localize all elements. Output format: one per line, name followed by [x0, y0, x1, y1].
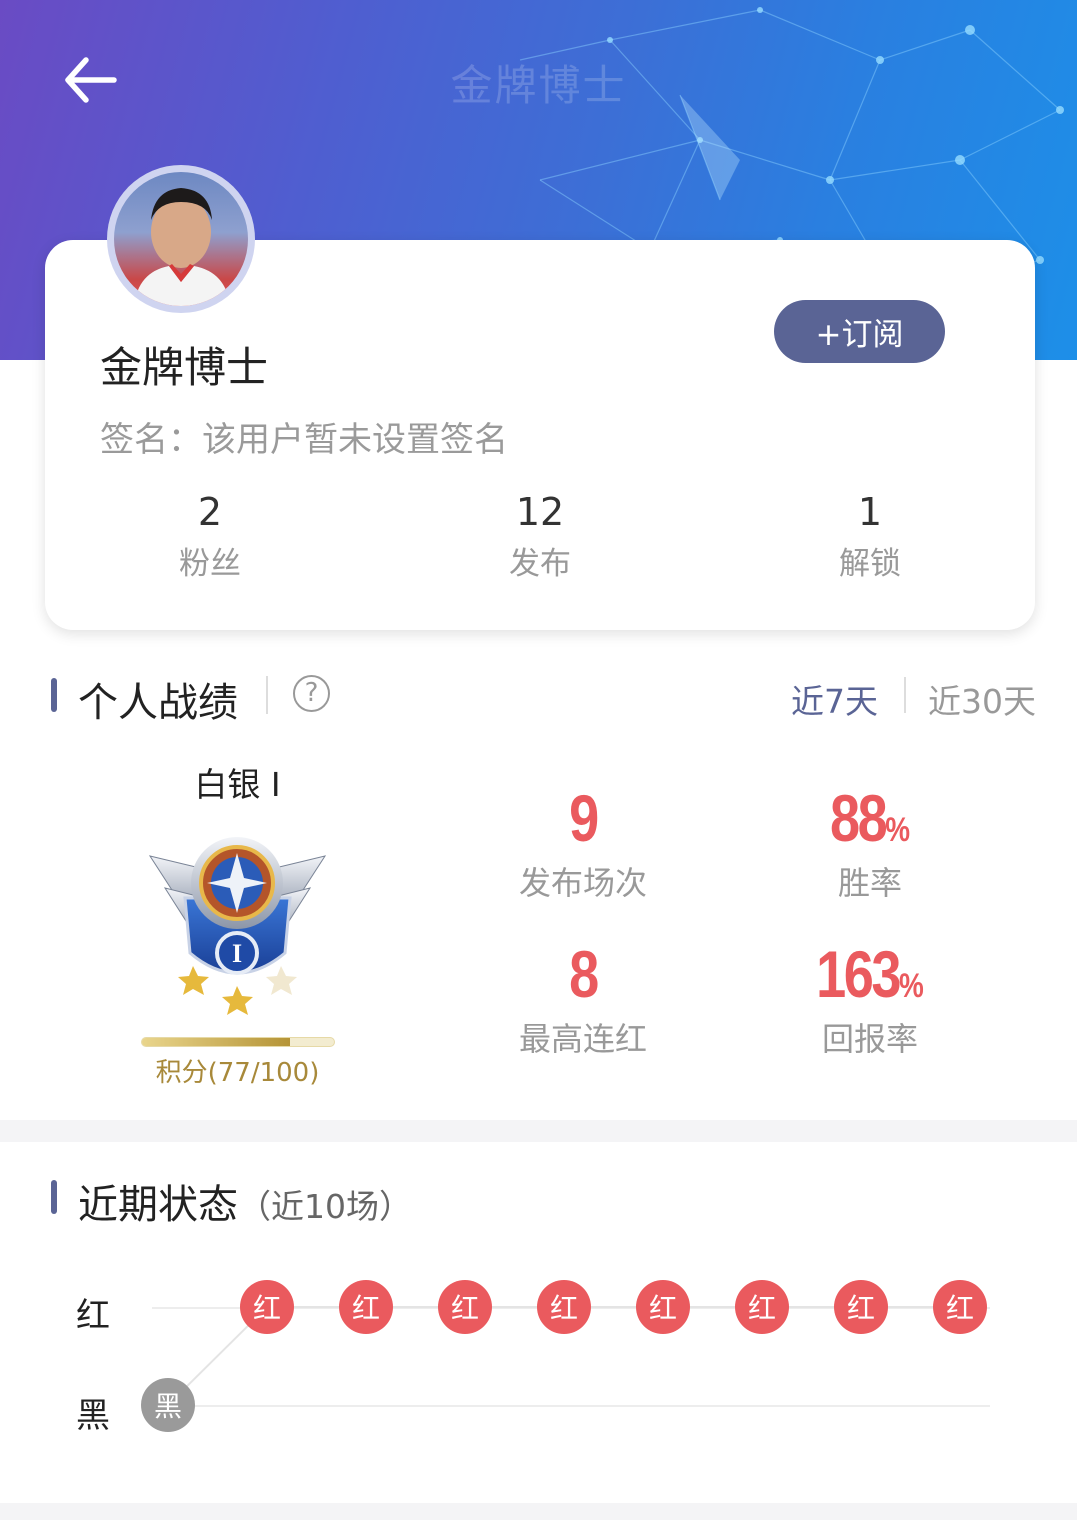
- badge-numeral: I: [232, 939, 242, 968]
- result-red-dot: 红: [438, 1280, 492, 1334]
- divider: [266, 676, 268, 714]
- tab-30-days[interactable]: 近30天: [928, 675, 1036, 723]
- metric-label: 回报率: [821, 1020, 918, 1058]
- metric-value: 88%: [829, 781, 911, 855]
- row-label-black: 黑: [76, 1396, 110, 1436]
- stat-label: 发布: [509, 546, 571, 582]
- tab-7-days[interactable]: 近7天: [791, 675, 878, 723]
- gridline-black: [152, 1405, 990, 1407]
- avatar[interactable]: [107, 165, 255, 313]
- username: 金牌博士: [100, 343, 269, 392]
- stat-value: 1: [857, 490, 883, 534]
- help-icon[interactable]: ?: [293, 675, 330, 712]
- rank-name: 白银 I: [194, 765, 281, 804]
- metric-value: 8: [569, 937, 599, 1011]
- profile-stats: 2 粉丝 12 发布 1 解锁: [45, 490, 1035, 590]
- stat-fans[interactable]: 2 粉丝: [110, 490, 310, 583]
- result-red-dot: 红: [240, 1280, 294, 1334]
- stat-unlocks[interactable]: 1 解锁: [770, 490, 970, 583]
- signature: 签名：该用户暂未设置签名: [100, 420, 508, 460]
- subscribe-button[interactable]: +订阅: [774, 300, 945, 363]
- back-button[interactable]: [58, 50, 122, 110]
- metric-value: 9: [569, 781, 599, 855]
- result-red-dot: 红: [339, 1280, 393, 1334]
- points-text: 积分(77/100): [155, 1058, 320, 1088]
- metric-value: 163%: [816, 937, 924, 1011]
- recent-title: 近期状态（近10场）: [78, 1182, 412, 1228]
- divider: [904, 677, 906, 713]
- avatar-image: [114, 172, 248, 306]
- metric-label: 最高连红: [518, 1020, 647, 1058]
- rank-badge-icon: I: [145, 828, 330, 1018]
- result-red-dot: 红: [933, 1280, 987, 1334]
- metric-posts: 9 发布场次: [453, 782, 713, 904]
- record-title: 个人战绩: [78, 680, 238, 726]
- section-separator: [0, 1120, 1077, 1142]
- stat-value: 2: [197, 490, 223, 534]
- metric-label: 胜率: [837, 864, 902, 902]
- arrow-left-icon: [65, 57, 117, 103]
- stat-label: 解锁: [839, 546, 901, 582]
- section-accent-bar: [51, 1180, 57, 1214]
- result-red-dot: 红: [537, 1280, 591, 1334]
- stat-value: 12: [515, 490, 565, 534]
- result-red-dot: 红: [834, 1280, 888, 1334]
- metric-label: 发布场次: [518, 864, 647, 902]
- result-black-dot: 黑: [141, 1378, 195, 1432]
- row-label-red: 红: [76, 1296, 110, 1336]
- section-separator: [0, 1503, 1077, 1520]
- metric-win-rate: 88% 胜率: [740, 782, 1000, 904]
- points-progress-bar: [141, 1037, 335, 1047]
- stat-label: 粉丝: [179, 546, 241, 582]
- points-progress-fill: [142, 1038, 290, 1046]
- section-accent-bar: [51, 678, 57, 712]
- result-red-dot: 红: [636, 1280, 690, 1334]
- watermark-title: 金牌博士: [450, 61, 627, 110]
- metric-return-rate: 163% 回报率: [740, 938, 1000, 1060]
- stat-posts[interactable]: 12 发布: [440, 490, 640, 583]
- metric-max-streak: 8 最高连红: [453, 938, 713, 1060]
- recent-subtitle: （近10场）: [238, 1187, 412, 1226]
- result-red-dot: 红: [735, 1280, 789, 1334]
